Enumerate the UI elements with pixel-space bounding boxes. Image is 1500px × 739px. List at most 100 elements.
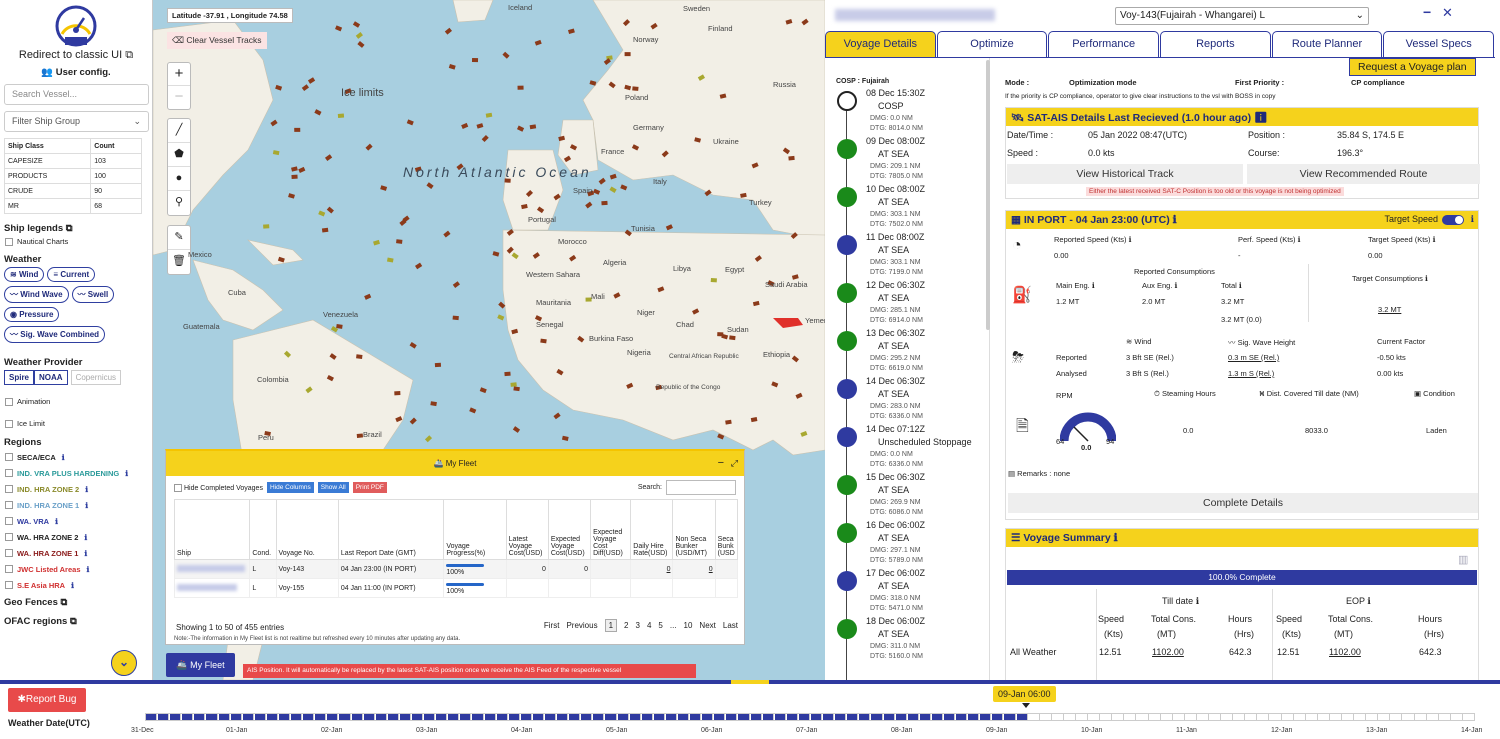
scroll-down-button[interactable]: ⌄	[111, 650, 137, 676]
current-chip[interactable]: ≡ Current	[47, 267, 96, 282]
tab-vessel-specs[interactable]: Vessel Specs	[1383, 31, 1495, 57]
page-link[interactable]: 10	[684, 621, 693, 630]
provider-noaa[interactable]: NOAA	[34, 370, 68, 385]
timeline-stop[interactable]: 12 Dec 06:30Z AT SEA DMG: 285.1 NM DTG: 691…	[825, 280, 989, 328]
vessel-marker[interactable]	[585, 201, 593, 209]
target-total-value[interactable]: 3.2 MT	[1378, 305, 1401, 314]
pressure-chip[interactable]: ◉ Pressure	[4, 307, 60, 322]
filter-ship-group-select[interactable]: Filter Ship Group ⌄	[4, 111, 149, 132]
vessel-marker[interactable]	[356, 354, 363, 359]
vessel-marker[interactable]	[272, 150, 280, 156]
timeline-scrollbar[interactable]	[986, 60, 990, 330]
vessel-marker[interactable]	[534, 39, 542, 46]
column-header[interactable]: Cond.	[249, 499, 277, 560]
voyage-select[interactable]: Voy-143(Fujairah - Whangarei) L ⌄	[1115, 7, 1369, 25]
view-recommended-route-button[interactable]: View Recommended Route	[1247, 164, 1480, 184]
region-item[interactable]: WA. HRA ZONE 2 ℹ	[5, 530, 147, 544]
wind-chip[interactable]: ≋ Wind	[4, 267, 45, 282]
vessel-marker[interactable]	[409, 417, 417, 425]
timeline-stop[interactable]: 10 Dec 08:00Z AT SEA DMG: 303.1 NM DTG: 750…	[825, 184, 989, 232]
region-item[interactable]: S.E Asia HRA ℹ	[5, 578, 147, 592]
vessel-marker[interactable]	[601, 200, 608, 206]
swell-chip[interactable]: 〰 Swell	[71, 286, 115, 303]
provider-spire[interactable]: Spire	[4, 370, 35, 385]
column-header[interactable]: Last Report Date (GMT)	[337, 499, 445, 560]
vessel-marker[interactable]	[337, 113, 345, 119]
vessel-marker[interactable]	[324, 154, 333, 162]
view-historical-track-button[interactable]: View Historical Track	[1007, 164, 1243, 184]
vessel-marker[interactable]	[485, 112, 493, 118]
table-row[interactable]: CRUDE 90	[3, 183, 142, 199]
report-bug-button[interactable]: ✱Report Bug	[8, 688, 86, 712]
vessel-marker[interactable]	[434, 362, 442, 368]
timeline-stop[interactable]: 17 Dec 06:00Z AT SEA DMG: 318.0 NM DTG: 547…	[825, 568, 989, 616]
vessel-marker[interactable]	[291, 174, 298, 179]
vessel-marker[interactable]	[301, 84, 309, 92]
minimize-icon[interactable]: −	[718, 451, 724, 476]
vessel-marker[interactable]	[502, 51, 510, 59]
timeline-stop[interactable]: 15 Dec 06:30Z AT SEA DMG: 269.9 NM DTG: 608…	[825, 472, 989, 520]
geo-fences-link[interactable]: Geo Fences ⧉	[4, 597, 148, 608]
vessel-marker[interactable]	[321, 227, 329, 233]
ice-limit-checkbox[interactable]: Ice Limit	[5, 419, 147, 428]
vessel-marker[interactable]	[609, 173, 617, 180]
vessel-marker[interactable]	[424, 435, 433, 443]
analysed-swh[interactable]: 1.3 m S (Rel.)	[1228, 369, 1274, 378]
vessel-marker[interactable]	[561, 435, 569, 441]
vessel-marker[interactable]	[513, 386, 520, 392]
vessel-marker[interactable]	[452, 281, 460, 288]
vessel-marker[interactable]	[443, 230, 451, 238]
table-row[interactable]: L Voy-143 04 Jan 23:00 (IN PORT) 100% 0 …	[173, 559, 739, 579]
region-item[interactable]: WA. VRA ℹ	[5, 514, 147, 528]
vessel-marker[interactable]	[406, 119, 414, 126]
close-icon[interactable]: ✕	[1442, 5, 1453, 21]
vessel-marker[interactable]	[357, 41, 365, 48]
column-header[interactable]: Non Seca Bunker (USD/MT)	[672, 499, 716, 560]
timeline-stop[interactable]: 08 Dec 15:30Z COSP DMG: 0.0 NM DTG: 8014.0 …	[825, 88, 989, 136]
vessel-marker[interactable]	[352, 21, 361, 28]
timeline-stop[interactable]: 11 Dec 08:00Z AT SEA DMG: 303.1 NM DTG: 719…	[825, 232, 989, 280]
vessel-marker[interactable]	[469, 407, 477, 414]
draw-circle-icon[interactable]: ●	[168, 167, 190, 191]
timeline-stop[interactable]: 14 Dec 07:12Z Unscheduled Stoppage DMG: 0.…	[825, 424, 989, 472]
show-all-button[interactable]: Show All	[317, 482, 349, 493]
column-header[interactable]: Daily Hire Rate(USD)	[630, 499, 674, 560]
provider-copernicus[interactable]: Copernicus	[70, 370, 122, 385]
region-item[interactable]: IND. HRA ZONE 1 ℹ	[5, 498, 147, 512]
vessel-marker[interactable]	[624, 52, 631, 57]
vessel-marker[interactable]	[263, 224, 270, 229]
vessel-marker[interactable]	[476, 123, 484, 129]
vessel-marker[interactable]	[364, 293, 372, 300]
column-header[interactable]: Voyage Progress(%)	[443, 499, 507, 560]
hide-columns-button[interactable]: Hide Columns	[266, 482, 314, 493]
table-row[interactable]: CAPESIZE 103	[3, 153, 142, 169]
vessel-marker[interactable]	[567, 28, 575, 34]
chart-icon[interactable]: ▥	[1458, 553, 1468, 566]
vessel-marker[interactable]	[729, 335, 736, 341]
vessel-marker[interactable]	[394, 391, 401, 396]
sig-wave-chip[interactable]: 〰 Sig. Wave Combined	[4, 326, 106, 343]
redirect-classic-link[interactable]: Redirect to classic UI ⧉	[0, 49, 152, 62]
vessel-marker[interactable]	[497, 314, 505, 321]
vessel-marker[interactable]	[444, 27, 452, 35]
ship-legends-link[interactable]: Ship legends ⧉	[4, 223, 148, 234]
target-speed-toggle[interactable]	[1442, 215, 1464, 225]
clear-vessel-tracks-button[interactable]: ⌫ Clear Vessel Tracks	[167, 32, 267, 49]
vessel-marker[interactable]	[788, 155, 795, 161]
vessel-marker[interactable]	[593, 188, 601, 195]
page-link[interactable]: Last	[723, 621, 738, 630]
page-link[interactable]: 4	[647, 621, 651, 630]
draw-polygon-icon[interactable]: ⬟	[168, 143, 190, 167]
tab-optimize[interactable]: Optimize	[936, 31, 1048, 57]
vessel-marker[interactable]	[396, 239, 403, 244]
print-pdf-button[interactable]: Print PDF	[352, 482, 387, 493]
table-row[interactable]: MR 68	[3, 198, 142, 214]
tab-performance[interactable]: Performance	[1048, 31, 1160, 57]
complete-details-button[interactable]: Complete Details	[1008, 493, 1478, 513]
vessel-marker[interactable]	[409, 341, 417, 349]
vessel-marker[interactable]	[481, 134, 489, 143]
tab-reports[interactable]: Reports	[1160, 31, 1271, 57]
vessel-marker[interactable]	[270, 119, 278, 127]
vessel-marker[interactable]	[380, 185, 388, 191]
vessel-marker[interactable]	[448, 64, 456, 70]
